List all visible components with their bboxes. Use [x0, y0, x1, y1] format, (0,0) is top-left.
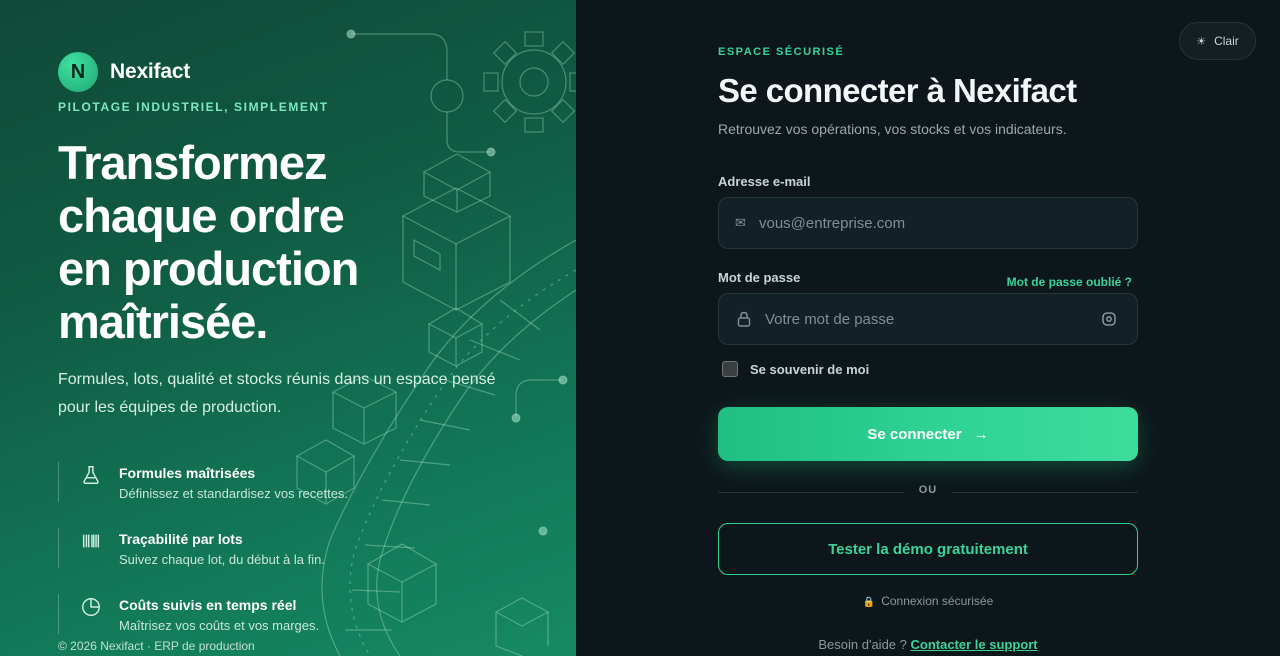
secure-notice: 🔒 Connexion sécurisée	[718, 594, 1138, 608]
email-field[interactable]: ✉ vous@entreprise.com	[718, 197, 1138, 249]
email-placeholder: vous@entreprise.com	[759, 214, 906, 232]
contact-support-link[interactable]: Contacter le support	[911, 637, 1038, 652]
help-prefix: Besoin d'aide ?	[818, 637, 907, 652]
arrow-right-icon: →	[973, 425, 989, 443]
feature-title: Coûts suivis en temps réel	[119, 597, 297, 613]
help-line: Besoin d'aide ? Contacter le support	[718, 637, 1138, 652]
brand: N Nexifact	[58, 52, 190, 92]
barcode-icon	[82, 534, 100, 548]
login-submit-button[interactable]: Se connecter →	[718, 407, 1138, 461]
login-title: Se connecter à Nexifact	[718, 72, 1077, 109]
login-eyebrow: ESPACE SÉCURISÉ	[718, 46, 845, 58]
remember-me-checkbox[interactable]	[722, 361, 738, 377]
theme-toggle-button[interactable]: ☀ Clair	[1179, 22, 1256, 60]
login-lead: Retrouvez vos opérations, vos stocks et …	[718, 121, 1067, 137]
copyright: © 2026 Nexifact · ERP de production	[58, 639, 255, 653]
pie-chart-icon	[82, 598, 100, 616]
remember-me-label: Se souvenir de moi	[750, 361, 870, 377]
mail-icon: ✉	[735, 215, 746, 230]
feature-title: Formules maîtrisées	[119, 465, 256, 481]
brand-logo: N	[58, 52, 98, 92]
feature-list: Formules maîtrisées Définissez et standa…	[58, 458, 348, 656]
password-placeholder: Votre mot de passe	[765, 310, 895, 328]
lock-icon	[737, 311, 751, 327]
flask-icon	[83, 466, 99, 484]
secure-label: Connexion sécurisée	[881, 594, 994, 608]
submit-label: Se connecter	[867, 425, 962, 443]
theme-toggle-label: Clair	[1214, 34, 1239, 48]
hero-headline-line: en production	[58, 242, 359, 295]
feature-desc: Définissez et standardisez vos recettes.	[119, 486, 349, 501]
feature-desc: Maîtrisez vos coûts et vos marges.	[119, 618, 320, 633]
remember-me[interactable]: Se souvenir de moi	[722, 361, 869, 377]
feature-title: Traçabilité par lots	[119, 531, 243, 547]
hero-tagline: PILOTAGE INDUSTRIEL, SIMPLEMENT	[58, 100, 329, 114]
gear-illustration	[483, 31, 576, 133]
demo-button[interactable]: Tester la démo gratuitement	[718, 523, 1138, 575]
feature-desc: Suivez chaque lot, du début à la fin.	[119, 552, 325, 567]
hero-headline: Transformez chaque ordre en production m…	[58, 136, 478, 348]
hero-panel: N Nexifact PILOTAGE INDUSTRIEL, SIMPLEME…	[0, 0, 576, 656]
feature-item: Formules maîtrisées Définissez et standa…	[58, 458, 348, 524]
brand-name: Nexifact	[110, 60, 191, 83]
forgot-password-link[interactable]: Mot de passe oublié ?	[1007, 275, 1132, 289]
hero-headline-line: Transformez	[58, 136, 327, 189]
hero-headline-line: maîtrisée.	[58, 295, 268, 348]
login-panel: ☀ Clair ESPACE SÉCURISÉ Se connecter à N…	[576, 0, 1280, 656]
password-label: Mot de passe	[718, 270, 801, 285]
email-label: Adresse e-mail	[718, 174, 811, 189]
hero-subtitle: Formules, lots, qualité et stocks réunis…	[58, 371, 496, 416]
divider-label: OU	[918, 484, 938, 496]
feature-item: Traçabilité par lots Suivez chaque lot, …	[58, 524, 348, 590]
eye-icon[interactable]	[1101, 311, 1117, 327]
divider: OU	[718, 484, 1138, 500]
lock-icon: 🔒	[862, 597, 876, 608]
sun-icon: ☀	[1196, 35, 1207, 48]
password-field[interactable]: Votre mot de passe	[718, 293, 1138, 345]
hero-headline-line: chaque ordre	[58, 189, 345, 242]
